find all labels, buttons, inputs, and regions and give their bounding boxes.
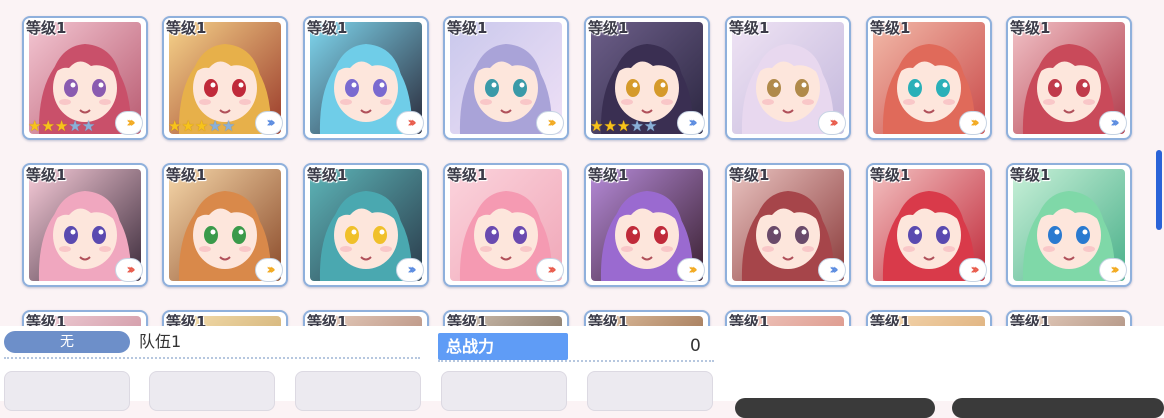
chevron-right-icon[interactable]: › › › [959, 111, 987, 135]
level-label: 等级1 [588, 313, 629, 326]
level-label: 等级1 [870, 166, 911, 184]
level-label: 等级1 [166, 313, 207, 326]
character-card[interactable]: 等级1 ››› [303, 163, 429, 287]
team-slot-4[interactable] [441, 371, 567, 411]
chevron-right-icon[interactable]: › › › [396, 111, 424, 135]
team-panel: 无 队伍1 总战力 0 [0, 326, 1164, 418]
character-card[interactable]: 等级1 ››› [1006, 16, 1132, 140]
chevron-right-icon[interactable]: › › › [1099, 111, 1127, 135]
team-slot-2[interactable] [149, 371, 275, 411]
character-card[interactable]: 等级1››› [443, 310, 569, 326]
star-icon: ★ [194, 117, 209, 135]
character-card[interactable]: 等级1 ››› [1006, 163, 1132, 287]
level-label: 等级1 [729, 19, 770, 37]
level-label: 等级1 [307, 313, 348, 326]
chevron-right-icon[interactable]: › › › [536, 258, 564, 282]
chevron-right-icon[interactable]: › › › [1099, 258, 1127, 282]
star-rating: ★ ★ ★ ★ ★ [168, 118, 235, 134]
character-card[interactable]: 等级1 ››› [162, 163, 288, 287]
divider [4, 357, 420, 359]
level-label: 等级1 [447, 19, 488, 37]
team-selector-button[interactable]: 无 [4, 331, 130, 353]
star-icon: ★ [630, 117, 644, 135]
level-label: 等级1 [166, 166, 207, 184]
level-label: 等级1 [870, 313, 911, 326]
level-label: 等级1 [307, 166, 348, 184]
character-card[interactable]: 等级1››› [162, 310, 288, 326]
divider [438, 360, 714, 362]
star-rating: ★ ★ ★ ★ ★ [590, 118, 657, 134]
chevron-right-icon[interactable]: › › › [536, 111, 564, 135]
team-name: 队伍1 [139, 332, 182, 351]
level-label: 等级1 [26, 166, 67, 184]
level-label: 等级1 [447, 166, 488, 184]
character-card[interactable]: 等级1››› [584, 310, 710, 326]
character-card[interactable]: 等级1 ★ ★ ★ ★ ★ › › › [584, 16, 710, 140]
level-label: 等级1 [1010, 19, 1051, 37]
character-card[interactable]: 等级1 ››› [866, 163, 992, 287]
character-card[interactable]: 等级1››› [22, 310, 148, 326]
scrollbar-thumb[interactable] [1156, 150, 1162, 230]
team-slot-3[interactable] [295, 371, 421, 411]
level-label: 等级1 [1010, 166, 1051, 184]
chevron-right-icon[interactable]: › › › [818, 111, 846, 135]
chevron-right-icon[interactable]: › › › [396, 258, 424, 282]
total-power-value: 0 [690, 336, 701, 356]
level-label: 等级1 [307, 19, 348, 37]
level-label: 等级1 [166, 19, 207, 37]
level-label: 等级1 [26, 19, 67, 37]
star-icon: ★ [590, 117, 604, 135]
star-icon: ★ [28, 117, 42, 135]
chevron-right-icon[interactable]: › › › [677, 258, 705, 282]
character-card[interactable]: 等级1 ››› [866, 16, 992, 140]
level-label: 等级1 [588, 19, 629, 37]
character-card[interactable]: 等级1››› [725, 310, 851, 326]
star-icon: ★ [41, 117, 55, 135]
star-icon: ★ [68, 117, 82, 135]
level-label: 等级1 [729, 166, 770, 184]
character-card[interactable]: 等级1 ››› [22, 163, 148, 287]
character-card[interactable]: 等级1 ››› [725, 163, 851, 287]
total-power-label: 总战力 [438, 333, 568, 360]
character-card[interactable]: 等级1››› [1006, 310, 1132, 326]
character-card[interactable]: 等级1 ››› [443, 163, 569, 287]
team-slot-5[interactable] [587, 371, 713, 411]
chevron-right-icon[interactable]: › › › [255, 258, 283, 282]
chevron-right-icon[interactable]: › › › [677, 111, 705, 135]
team-slot-1[interactable] [4, 371, 130, 411]
star-icon: ★ [181, 117, 195, 135]
level-label: 等级1 [870, 19, 911, 37]
star-icon: ★ [54, 117, 69, 135]
level-label: 等级1 [26, 313, 67, 326]
chevron-right-icon[interactable]: › › › [255, 111, 283, 135]
character-card[interactable]: 等级1 ››› [584, 163, 710, 287]
star-icon: ★ [603, 117, 617, 135]
level-label: 等级1 [729, 313, 770, 326]
character-card[interactable]: 等级1 ››› [443, 16, 569, 140]
action-button-left[interactable] [735, 398, 935, 418]
star-icon: ★ [616, 117, 631, 135]
star-icon: ★ [81, 117, 96, 135]
star-icon: ★ [221, 117, 236, 135]
action-button-right[interactable] [952, 398, 1164, 418]
chevron-right-icon[interactable]: › › › [115, 258, 143, 282]
character-card[interactable]: 等级1››› [303, 310, 429, 326]
level-label: 等级1 [588, 166, 629, 184]
star-icon: ★ [208, 117, 222, 135]
star-icon: ★ [643, 117, 658, 135]
level-label: 等级1 [1010, 313, 1051, 326]
character-grid: 等级1 ★ ★ ★ ★ ★ › › › 等级1 ★ ★ ★ ★ ★ › › › 等级1 › › › 等级1 › › › 等级1 ★ ★ ★… [0, 0, 1150, 326]
chevron-right-icon[interactable]: › › › [818, 258, 846, 282]
level-label: 等级1 [447, 313, 488, 326]
star-icon: ★ [168, 117, 182, 135]
star-rating: ★ ★ ★ ★ ★ [28, 118, 95, 134]
character-card[interactable]: 等级1 ››› [303, 16, 429, 140]
chevron-right-icon[interactable]: › › › [959, 258, 987, 282]
character-card[interactable]: 等级1 ››› [725, 16, 851, 140]
character-card[interactable]: 等级1 ★ ★ ★ ★ ★ › › › [22, 16, 148, 140]
character-card[interactable]: 等级1 ★ ★ ★ ★ ★ › › › [162, 16, 288, 140]
chevron-right-icon[interactable]: › › › [115, 111, 143, 135]
character-card[interactable]: 等级1››› [866, 310, 992, 326]
